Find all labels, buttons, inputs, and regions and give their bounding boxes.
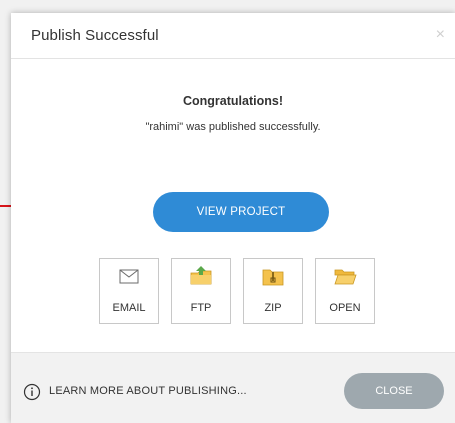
ftp-label: FTP — [190, 302, 212, 314]
dialog-title: Publish Successful — [31, 27, 159, 44]
close-button[interactable]: CLOSE — [344, 373, 444, 409]
ftp-tile[interactable]: FTP — [171, 258, 231, 324]
open-label: OPEN — [329, 302, 361, 314]
publish-message: "rahimi" was published successfully. — [145, 121, 321, 133]
dialog-header: Publish Successful × — [11, 13, 455, 59]
info-icon — [23, 383, 41, 401]
congratulations-heading: Congratulations! — [183, 94, 283, 108]
zip-tile[interactable]: ZIP — [243, 258, 303, 324]
close-icon[interactable]: × — [436, 27, 445, 43]
open-folder-icon — [334, 269, 357, 285]
open-tile[interactable]: OPEN — [315, 258, 375, 324]
dialog-footer: LEARN MORE ABOUT PUBLISHING... CLOSE — [11, 352, 455, 423]
share-options: EMAIL FTP ZIP OPEN — [99, 258, 387, 324]
zip-label: ZIP — [264, 302, 282, 314]
learn-more-link[interactable]: LEARN MORE ABOUT PUBLISHING... — [49, 385, 247, 397]
email-tile[interactable]: EMAIL — [99, 258, 159, 324]
envelope-icon — [119, 269, 139, 284]
email-label: EMAIL — [112, 302, 146, 314]
publish-dialog: Publish Successful × Congratulations! "r… — [11, 13, 455, 423]
view-project-button[interactable]: VIEW PROJECT — [153, 192, 329, 232]
zip-folder-icon — [262, 269, 284, 286]
ftp-folder-icon — [190, 266, 212, 285]
